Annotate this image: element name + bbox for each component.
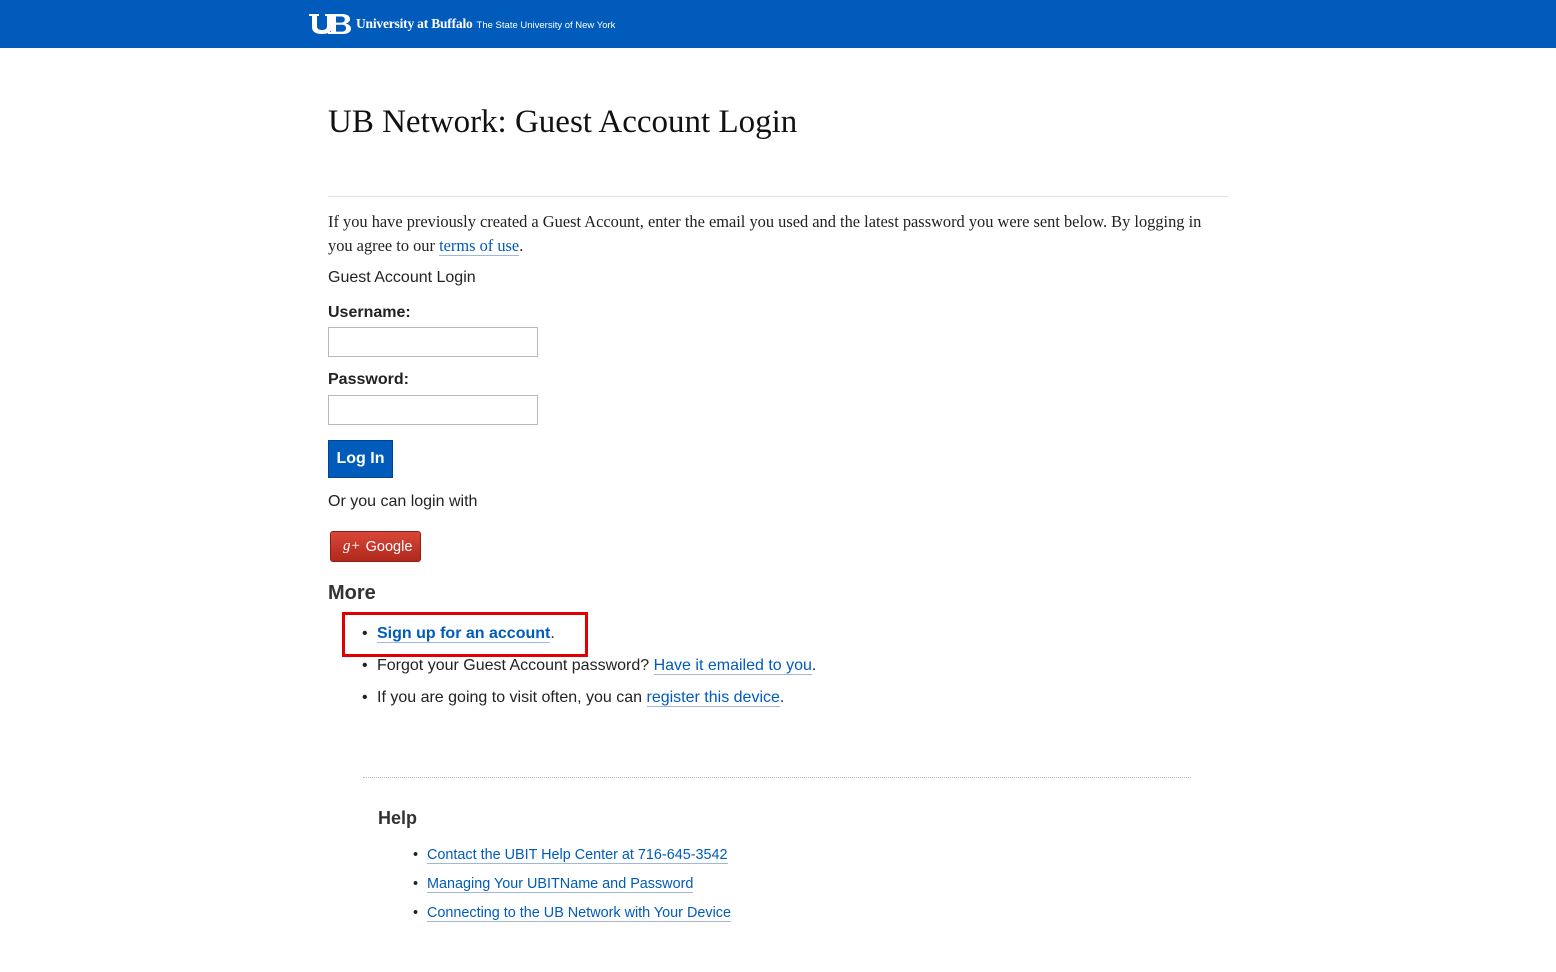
list-item-text: Forgot your Guest Account password? [377,657,654,674]
intro-end: . [519,236,524,255]
password-label: Password: [328,371,409,388]
list-item-suffix: . [779,689,785,706]
password-input[interactable] [328,395,538,425]
list-item: If you are going to visit often, you can… [362,687,816,719]
login-button[interactable]: Log In [328,440,393,478]
list-item: Managing Your UBITName and Password [413,875,731,904]
intro-paragraph: If you have previously created a Guest A… [328,210,1218,258]
register-device-link[interactable]: register this device [646,689,780,707]
highlight-annotation-box [342,612,588,657]
google-login-button[interactable]: g+ Google [330,531,421,562]
list-item: Forgot your Guest Account password? Have… [362,655,816,687]
google-button-label: Google [365,538,413,555]
email-password-link[interactable]: Have it emailed to you [653,657,812,675]
brand-name: University at Buffalo [356,16,473,31]
page-title: UB Network: Guest Account Login [328,104,798,140]
network-device-link[interactable]: Connecting to the UB Network with Your D… [427,905,731,922]
terms-of-use-link[interactable]: terms of use [439,236,520,256]
more-heading: More [328,582,376,604]
username-input[interactable] [328,327,538,357]
list-item-suffix: . [811,657,817,674]
username-label: Username: [328,304,411,321]
ub-logo-icon [309,14,351,34]
brand-subtitle: The State University of New York [476,19,616,31]
top-banner: University at Buffalo The State Universi… [0,0,1556,48]
alt-login-text: Or you can login with [328,493,478,510]
ubitname-password-link[interactable]: Managing Your UBITName and Password [427,876,694,893]
help-center-link[interactable]: Contact the UBIT Help Center at 716-645-… [427,847,728,864]
help-heading: Help [378,808,418,828]
list-item: Connecting to the UB Network with Your D… [413,904,731,933]
university-logo-link[interactable]: University at Buffalo The State Universi… [308,12,615,36]
help-links-list: Contact the UBIT Help Center at 716-645-… [413,846,731,933]
title-divider [328,196,1228,197]
list-item-text: If you are going to visit often, you can [377,689,647,706]
form-heading: Guest Account Login [328,269,476,286]
google-plus-icon: g+ [343,538,361,554]
help-divider [363,777,1191,778]
list-item: Contact the UBIT Help Center at 716-645-… [413,846,731,875]
